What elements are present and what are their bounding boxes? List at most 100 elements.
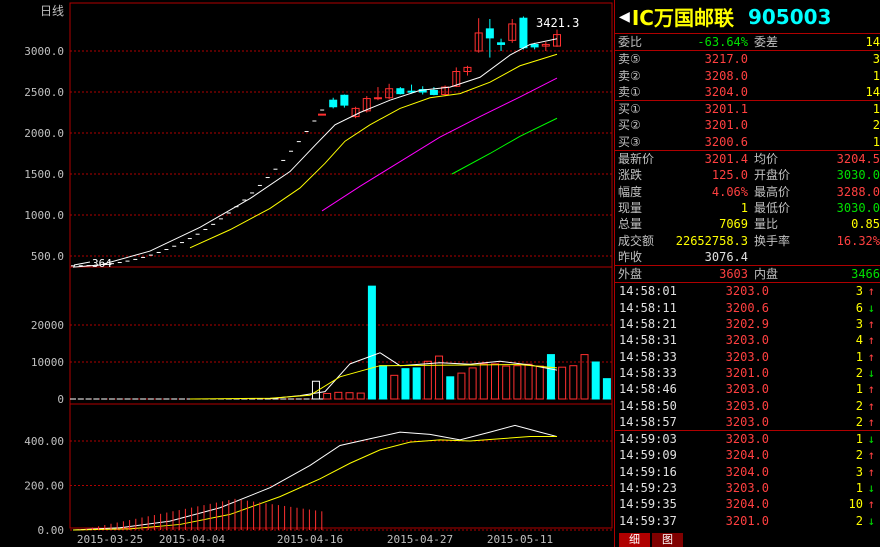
tick-time: 14:59:16	[619, 464, 677, 479]
period-label[interactable]: 日线	[40, 4, 64, 18]
quote-value: 3030.0	[836, 200, 880, 215]
chart-area[interactable]: 3000.0 2500.0 2000.0 1500.0 1000.0 500.0 20000…	[0, 0, 614, 547]
tick-row[interactable]: 14:58:33 3201.0 2 ↓	[615, 365, 880, 381]
tick-row[interactable]: 14:59:03 3203.0 1 ↓	[615, 430, 880, 447]
inner-label: 内盘	[754, 267, 779, 282]
tick-price: 3203.0	[725, 432, 769, 447]
quote-value: 3201.4	[704, 152, 748, 167]
volume-bar	[345, 392, 354, 400]
sell-label: 卖①	[618, 84, 641, 99]
candle-down	[329, 99, 338, 108]
weibi-value: -63.64%	[697, 35, 748, 49]
tick-price: 3203.0	[725, 284, 769, 299]
ma30-line	[451, 117, 558, 175]
kline-chart[interactable]: 3000.0 2500.0 2000.0 1500.0 1000.0 500.0 20000…	[0, 0, 614, 547]
stock-code: 905003	[747, 4, 832, 29]
tab-chart[interactable]: 图	[652, 533, 683, 547]
volume-bar	[323, 392, 332, 400]
tick-qty: 3	[855, 317, 863, 332]
quote-label: 总量	[618, 217, 643, 232]
tick-qty: 6	[855, 300, 863, 315]
quote-value: 125.0	[711, 168, 748, 183]
back-arrow-icon[interactable]: ◀	[619, 7, 630, 26]
tick-row[interactable]: 14:58:57 3203.0 2 ↑	[615, 414, 880, 430]
date-label: 2015-04-04	[159, 533, 226, 546]
arrow-up-icon: ↑	[867, 448, 875, 463]
tick-price: 3203.0	[725, 382, 769, 397]
volume-axis-label: 20000	[31, 319, 64, 332]
sell-label: 卖②	[618, 68, 641, 83]
tick-price: 3203.0	[725, 398, 769, 413]
quote-stats: 最新价 3201.4 均价 3204.5 涨跌 125.0 开盘价 3030.0 幅度 4.06%…	[615, 151, 880, 267]
buy-qty: 1	[872, 102, 880, 117]
volume-bar	[591, 361, 600, 400]
quote-value	[796, 249, 880, 265]
weicha-label: 委差	[754, 35, 779, 49]
tick-row[interactable]: 14:58:46 3203.0 1 ↑	[615, 381, 880, 397]
quote-row: 昨收 3076.4	[615, 249, 880, 265]
tick-row[interactable]: 14:59:37 3201.0 2 ↓	[615, 513, 880, 529]
volume-axis-label: 0	[57, 393, 64, 406]
candle-down	[530, 43, 539, 48]
tab-detail[interactable]: 细	[619, 533, 650, 547]
tick-qty: 1	[855, 432, 863, 447]
tick-row[interactable]: 14:58:33 3203.0 1 ↑	[615, 349, 880, 365]
arrow-up-icon: ↑	[867, 317, 875, 332]
outer-value: 3603	[719, 267, 748, 282]
quote-row: 成交额 22652758.3 换手率 16.32%	[615, 233, 880, 249]
volume-bar	[446, 376, 455, 400]
quote-value: 22652758.3	[675, 233, 748, 248]
tick-row[interactable]: 14:59:16 3204.0 3 ↑	[615, 464, 880, 480]
weibi-section: 委比 -63.64% 委差 14	[615, 34, 880, 52]
tick-price: 3202.9	[725, 317, 769, 332]
quote-value: 3076.4	[704, 249, 748, 264]
buy-orders: 买① 3201.1 1 买② 3201.0 2 买③ 3200.6 1	[615, 101, 880, 152]
buy-row: 买③ 3200.6 1	[615, 134, 880, 150]
volume-bar	[602, 378, 611, 400]
tick-row[interactable]: 14:59:23 3203.0 1 ↓	[615, 480, 880, 496]
volume-bar	[558, 366, 567, 400]
outer-label: 外盘	[618, 267, 643, 282]
tick-row[interactable]: 14:58:21 3202.9 3 ↑	[615, 316, 880, 332]
sell-qty: 3	[872, 52, 880, 67]
tick-row[interactable]: 14:59:35 3204.0 10 ↑	[615, 496, 880, 512]
tick-time: 14:58:57	[619, 414, 677, 429]
volume-bar	[401, 368, 410, 400]
tick-price: 3201.0	[725, 513, 769, 528]
tick-time: 14:59:23	[619, 481, 677, 496]
tick-row[interactable]: 14:58:50 3203.0 2 ↑	[615, 398, 880, 414]
indicator-axis-label: 400.00	[24, 435, 64, 448]
buy-price: 3200.6	[704, 134, 748, 149]
tick-price: 3204.0	[725, 448, 769, 463]
quote-label: 现量	[618, 200, 643, 215]
quote-value: 4.06%	[711, 184, 748, 199]
quote-panel: ◀ IC万国邮联 905003 委比 -63.64% 委差 14 卖⑤ 3217.…	[614, 0, 880, 547]
sell-price: 3217.0	[704, 52, 748, 67]
price-axis-label: 500.0	[31, 250, 64, 263]
sell-row: 卖① 3204.0 14	[615, 84, 880, 100]
volume-bar	[367, 285, 376, 400]
tick-row[interactable]: 14:58:01 3203.0 3 ↑	[615, 283, 880, 299]
tick-qty: 4	[855, 333, 863, 348]
price-axis-label: 2500.0	[24, 86, 64, 99]
tick-price: 3203.0	[725, 414, 769, 429]
date-label: 2015-04-16	[277, 533, 343, 546]
tick-price: 3203.0	[725, 481, 769, 496]
tick-qty: 2	[855, 448, 863, 463]
arrow-down-icon: ↓	[867, 481, 875, 496]
tick-row[interactable]: 14:58:31 3203.0 4 ↑	[615, 332, 880, 348]
inout-section: 外盘 3603 内盘 3466	[615, 266, 880, 284]
volume-bar	[580, 354, 589, 400]
tick-price: 3204.0	[725, 497, 769, 512]
buy-price: 3201.0	[704, 118, 748, 133]
date-label: 2015-03-25	[77, 533, 143, 546]
tick-row[interactable]: 14:59:09 3204.0 2 ↑	[615, 447, 880, 463]
tick-list[interactable]: 14:58:01 3203.0 3 ↑ 14:58:11 3200.6 6 ↓ 14:58:21…	[615, 283, 880, 528]
tick-time: 14:58:01	[619, 284, 677, 299]
volume-bar	[479, 363, 488, 400]
quote-label: 开盘价	[754, 168, 791, 183]
tick-row[interactable]: 14:58:11 3200.6 6 ↓	[615, 300, 880, 316]
quote-label	[748, 249, 796, 265]
min-marker	[73, 261, 91, 266]
quote-row: 涨跌 125.0 开盘价 3030.0	[615, 167, 880, 183]
